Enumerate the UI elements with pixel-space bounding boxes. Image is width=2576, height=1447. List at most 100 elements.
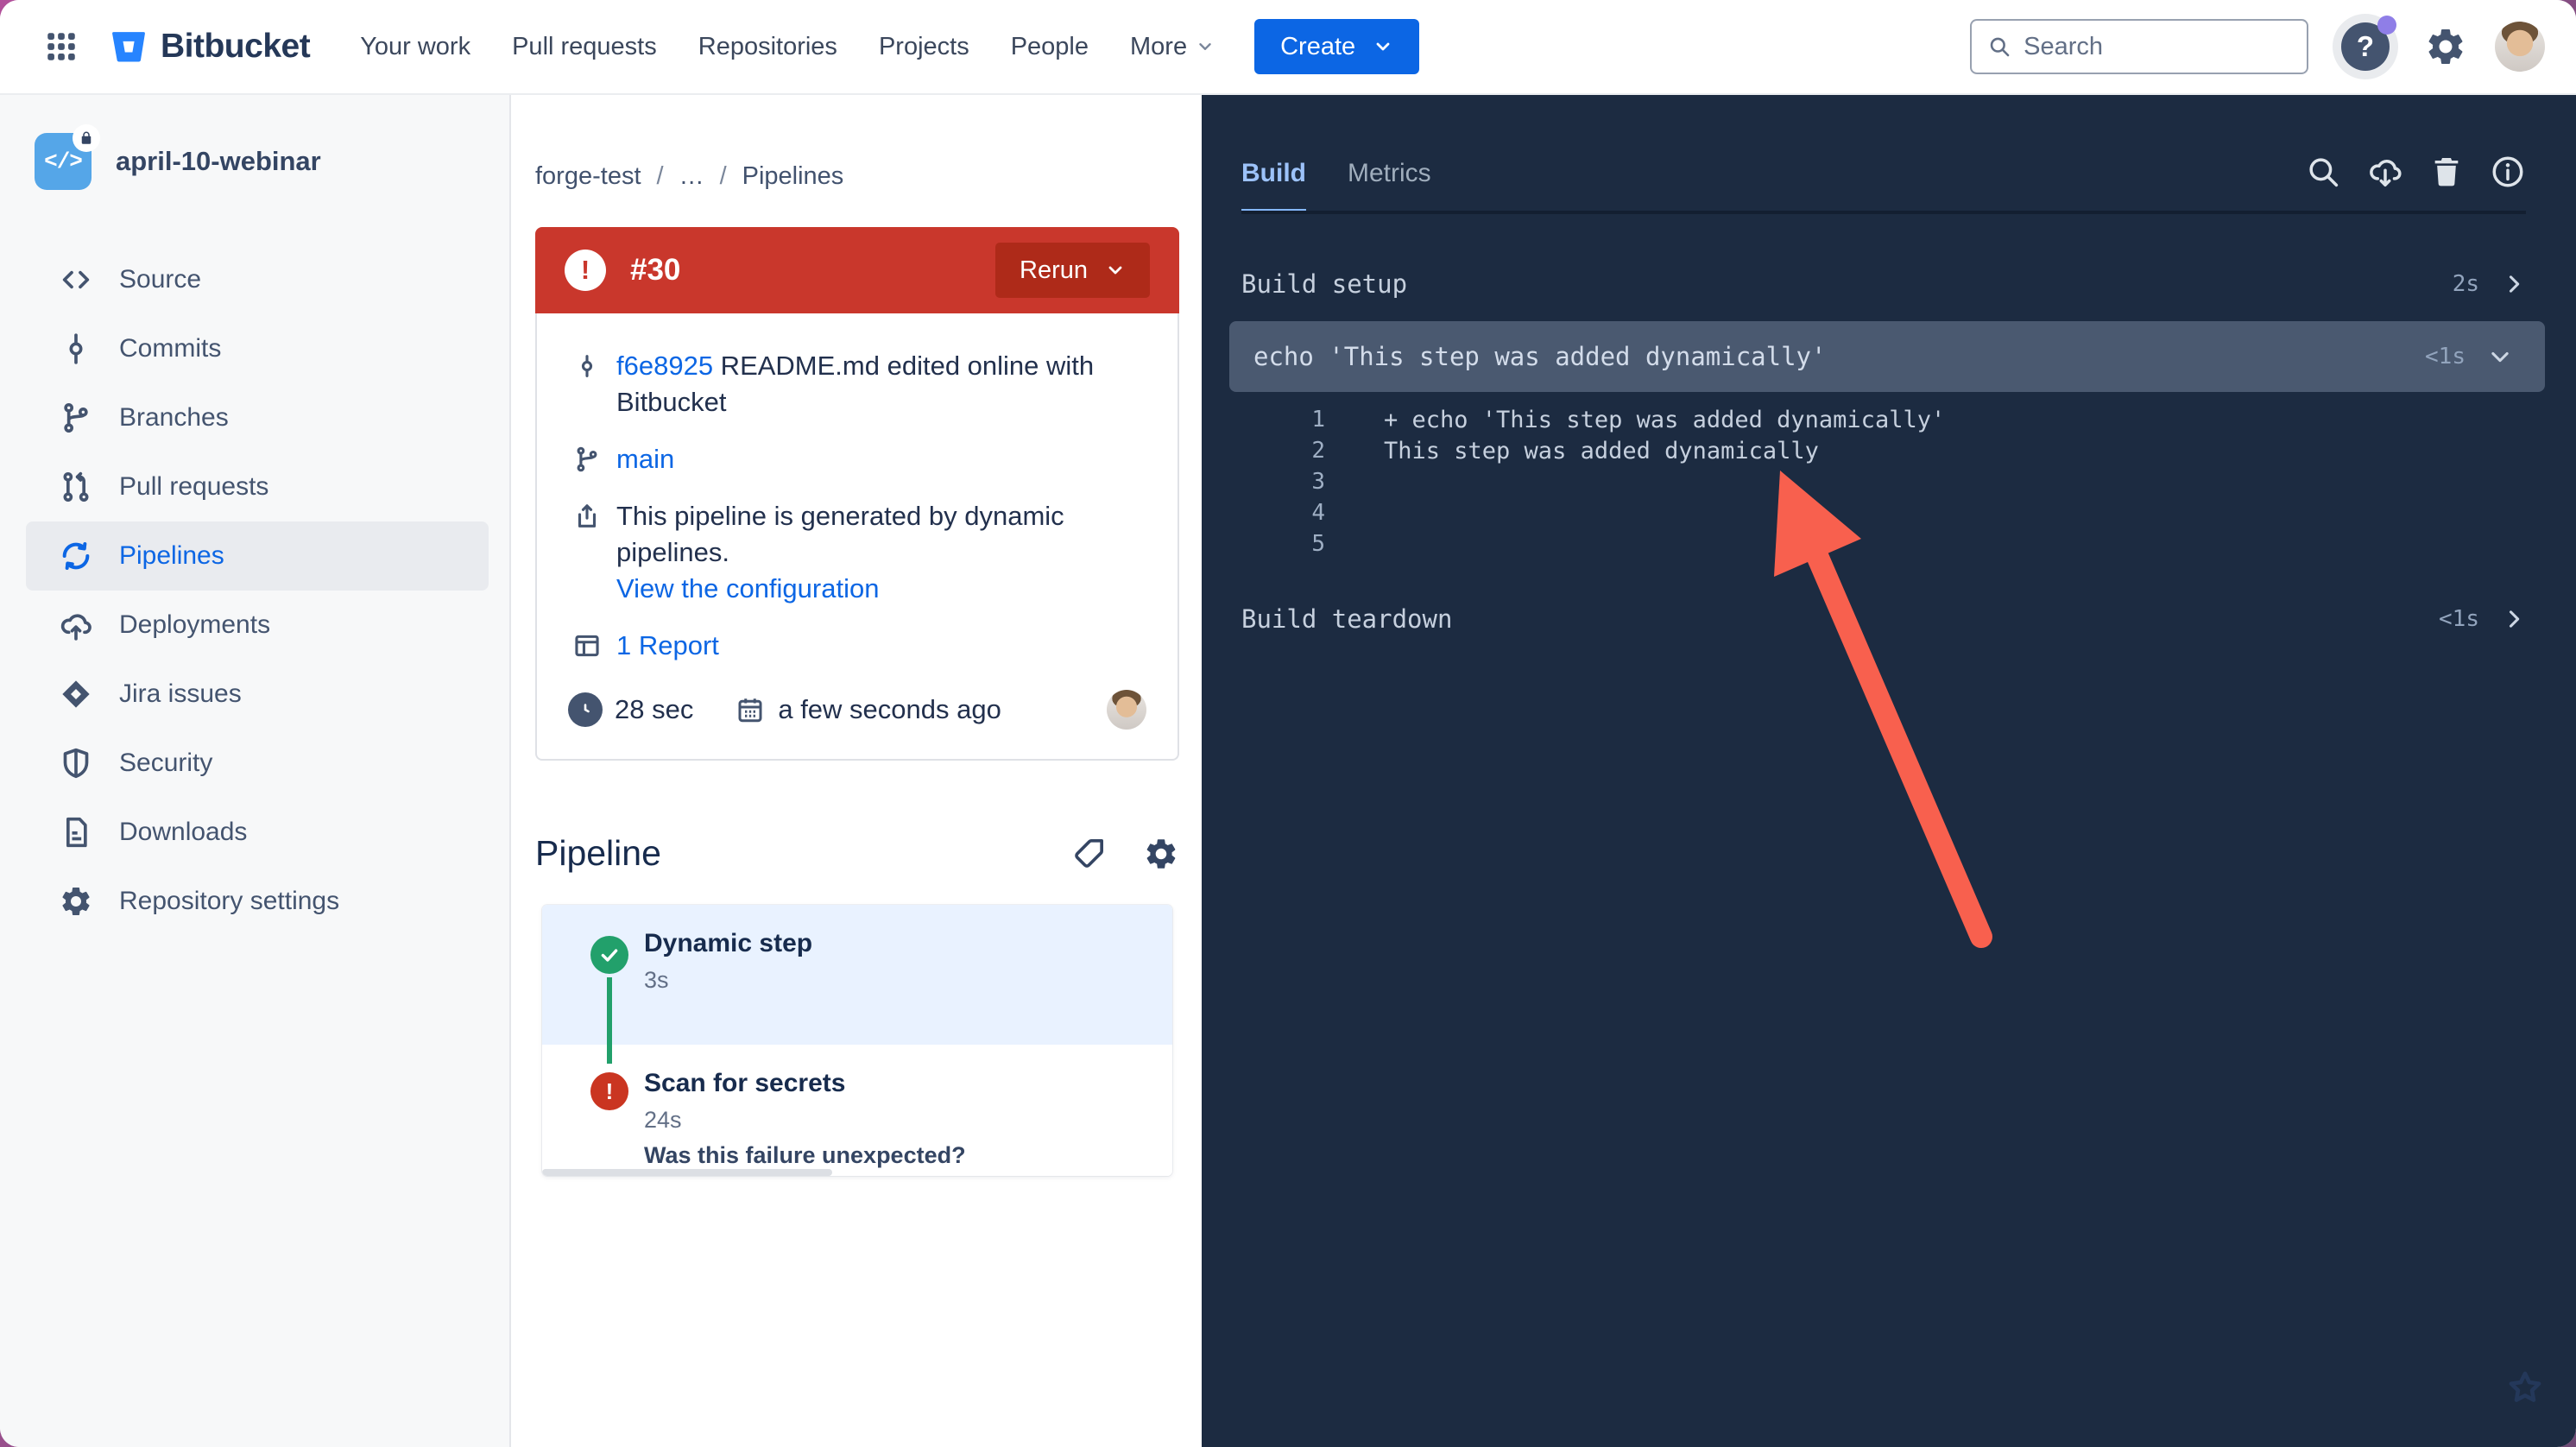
breadcrumb-pipelines[interactable]: Pipelines	[742, 162, 844, 191]
download-log-icon[interactable]	[2367, 154, 2403, 190]
breadcrumb-separator: /	[657, 162, 664, 191]
step-duration: 3s	[644, 967, 1172, 994]
sidebar-item-commits[interactable]: Commits	[0, 314, 509, 383]
sidebar-item-label: Downloads	[119, 818, 247, 847]
create-button[interactable]: Create	[1254, 19, 1419, 74]
breadcrumb-ellipsis[interactable]: …	[679, 162, 704, 191]
build-setup-row[interactable]: Build setup 2s	[1241, 250, 2526, 318]
sidebar-item-repository-settings[interactable]: Repository settings	[0, 867, 509, 936]
sidebar-item-label: Pipelines	[119, 541, 224, 571]
nav-pull-requests[interactable]: Pull requests	[512, 33, 657, 61]
echo-step-time: <1s	[2425, 344, 2466, 370]
sidebar-item-branches[interactable]: Branches	[0, 383, 509, 452]
report-link[interactable]: 1 Report	[616, 630, 719, 660]
sidebar-item-downloads[interactable]: Downloads	[0, 798, 509, 867]
sidebar-item-jira-issues[interactable]: Jira issues	[0, 660, 509, 729]
notification-dot	[2377, 16, 2396, 35]
sidebar-item-label: Repository settings	[119, 887, 339, 916]
commit-message: f6e8925 README.md edited online with Bit…	[616, 348, 1146, 420]
create-button-label: Create	[1280, 33, 1355, 61]
build-setup-time: 2s	[2453, 271, 2479, 297]
sidebar-item-label: Commits	[119, 334, 221, 363]
label-tag-icon[interactable]	[1072, 836, 1107, 872]
info-icon[interactable]	[2490, 154, 2526, 190]
report-icon	[568, 628, 606, 664]
view-configuration-link[interactable]: View the configuration	[616, 573, 879, 603]
run-meta-row: 28 sec a few seconds ago	[568, 690, 1146, 730]
repository-avatar: </>	[35, 133, 92, 190]
log-output: 1 + echo 'This step was added dynamicall…	[1241, 404, 2526, 559]
build-teardown-row[interactable]: Build teardown <1s	[1241, 585, 2526, 653]
failed-run-banner: ! #30 Rerun	[535, 227, 1179, 313]
commit-row: f6e8925 README.md edited online with Bit…	[568, 348, 1146, 420]
sidebar-item-security[interactable]: Security	[0, 729, 509, 798]
global-search[interactable]	[1970, 19, 2308, 74]
pipeline-settings-gear-icon[interactable]	[1143, 836, 1179, 872]
export-icon	[568, 498, 606, 607]
help-button[interactable]: ?	[2333, 14, 2398, 79]
sidebar-item-pipelines[interactable]: Pipelines	[26, 521, 489, 591]
app-switcher-icon[interactable]	[43, 28, 79, 65]
run-details-card: f6e8925 README.md edited online with Bit…	[535, 313, 1179, 761]
settings-gear-icon[interactable]	[2424, 25, 2467, 68]
run-time-ago-value: a few seconds ago	[778, 694, 1001, 725]
step-scan-for-secrets[interactable]: ! Scan for secrets 24s Was this failure …	[542, 1045, 1172, 1176]
committer-avatar[interactable]	[1107, 690, 1146, 730]
step-dynamic-step[interactable]: Dynamic step 3s	[542, 905, 1172, 1045]
line-text: This step was added dynamically	[1384, 438, 1819, 464]
primary-nav: Your work Pull requests Repositories Pro…	[360, 33, 1215, 61]
star-icon[interactable]	[2505, 1368, 2545, 1407]
run-time-ago: a few seconds ago	[735, 694, 1001, 725]
chevron-right-icon	[2502, 607, 2526, 631]
horizontal-scrollbar[interactable]	[542, 1169, 832, 1176]
delete-log-icon[interactable]	[2429, 154, 2464, 190]
log-line: 1 + echo 'This step was added dynamicall…	[1241, 404, 2526, 435]
line-number: 3	[1241, 469, 1325, 495]
success-check-icon	[590, 936, 628, 974]
sidebar-item-label: Security	[119, 749, 212, 778]
step-connector-line	[607, 977, 612, 1064]
logo-wordmark: Bitbucket	[161, 28, 310, 66]
tab-build[interactable]: Build	[1241, 159, 1306, 214]
chevron-down-icon	[1105, 260, 1126, 281]
log-step-rows: Build setup 2s echo 'This step was added…	[1241, 250, 2526, 653]
sidebar-item-source[interactable]: Source	[0, 245, 509, 314]
bitbucket-bucket-icon	[109, 27, 148, 66]
search-input[interactable]	[2024, 33, 2291, 61]
error-icon: !	[565, 250, 606, 291]
nav-people[interactable]: People	[1011, 33, 1089, 61]
build-setup-label: Build setup	[1241, 269, 1407, 299]
sidebar-item-label: Jira issues	[119, 679, 242, 709]
commit-hash-link[interactable]: f6e8925	[616, 351, 713, 381]
build-teardown-time: <1s	[2439, 606, 2479, 632]
run-duration: 28 sec	[568, 692, 693, 727]
chevron-down-icon	[1373, 36, 1393, 57]
user-avatar[interactable]	[2495, 22, 2545, 72]
branch-row: main	[568, 441, 1146, 477]
nav-repositories[interactable]: Repositories	[698, 33, 837, 61]
breadcrumb-repo[interactable]: forge-test	[535, 162, 641, 191]
log-action-icons	[2305, 154, 2526, 190]
gear-icon	[57, 884, 95, 919]
document-icon	[57, 815, 95, 850]
sidebar-item-pull-requests[interactable]: Pull requests	[0, 452, 509, 521]
tab-metrics[interactable]: Metrics	[1348, 159, 1431, 214]
rerun-button[interactable]: Rerun	[995, 243, 1150, 298]
branch-link[interactable]: main	[616, 444, 674, 474]
sidebar-item-label: Pull requests	[119, 472, 268, 502]
sidebar-item-deployments[interactable]: Deployments	[0, 591, 509, 660]
pull-request-icon	[57, 470, 95, 504]
nav-projects[interactable]: Projects	[879, 33, 969, 61]
echo-step-row[interactable]: echo 'This step was added dynamically' <…	[1229, 321, 2545, 392]
repository-header[interactable]: </> april-10-webinar	[0, 133, 509, 190]
nav-more[interactable]: More	[1130, 33, 1215, 61]
bitbucket-logo[interactable]: Bitbucket	[109, 27, 310, 66]
line-number: 1	[1241, 407, 1325, 433]
nav-your-work[interactable]: Your work	[360, 33, 470, 61]
report-row: 1 Report	[568, 628, 1146, 664]
log-search-icon[interactable]	[2305, 154, 2341, 190]
line-text: + echo 'This step was added dynamically'	[1384, 407, 1945, 433]
branch-icon	[568, 441, 606, 477]
failure-question-link[interactable]: Was this failure unexpected?	[644, 1142, 1172, 1169]
code-brackets-icon: </>	[44, 148, 82, 174]
